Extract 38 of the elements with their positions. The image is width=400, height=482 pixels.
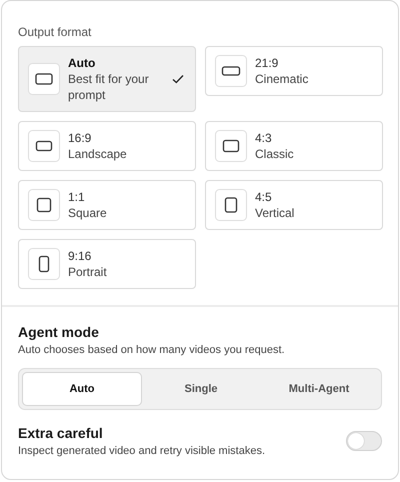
aspect-ratio-icon [215,55,247,87]
option-label: 21:9 [255,55,280,71]
section-description: Auto chooses based on how many videos you request. [18,344,286,356]
aspect-ratio-icon [28,130,60,162]
format-option[interactable]: Auto Best fit for your prompt [18,46,196,112]
option-description: Cinematic [255,71,310,87]
format-option[interactable]: 4:3 Classic [205,121,383,171]
toggle-switch[interactable] [346,430,382,450]
option-description: Vertical [255,205,296,221]
option-description: Best fit for your prompt [68,71,150,103]
aspect-ratio-icon [28,63,60,95]
setting-description: Inspect generated video and retry visible mistakes. [18,445,266,457]
option-label: 1:1 [68,189,86,205]
format-option[interactable]: 21:9 Cinematic [205,46,383,96]
setting-title: Extra careful [18,424,104,442]
format-option[interactable]: 9:16 Portrait [18,239,196,289]
section-title: Agent mode [18,323,100,341]
option-description: Portrait [68,264,108,280]
mode-tab[interactable]: Single [142,372,260,406]
check-icon [172,74,184,84]
option-label: 16:9 [68,130,92,146]
section-title: Output format [18,25,92,39]
aspect-ratio-icon [28,248,60,280]
option-description: Landscape [68,146,128,162]
option-label: Auto [68,55,96,71]
option-label: 9:16 [68,248,92,264]
option-description: Classic [255,146,295,162]
mode-tab[interactable]: Auto [22,372,142,406]
option-description: Square [68,205,108,221]
aspect-ratio-icon [28,189,60,221]
format-option[interactable]: 4:5 Vertical [205,180,383,230]
option-label: 4:5 [255,189,273,205]
aspect-ratio-icon [215,189,247,221]
aspect-ratio-icon [215,130,247,162]
mode-tab[interactable]: Multi-Agent [260,372,378,406]
format-option[interactable]: 16:9 Landscape [18,121,196,171]
format-option[interactable]: 1:1 Square [18,180,196,230]
option-label: 4:3 [255,130,273,146]
